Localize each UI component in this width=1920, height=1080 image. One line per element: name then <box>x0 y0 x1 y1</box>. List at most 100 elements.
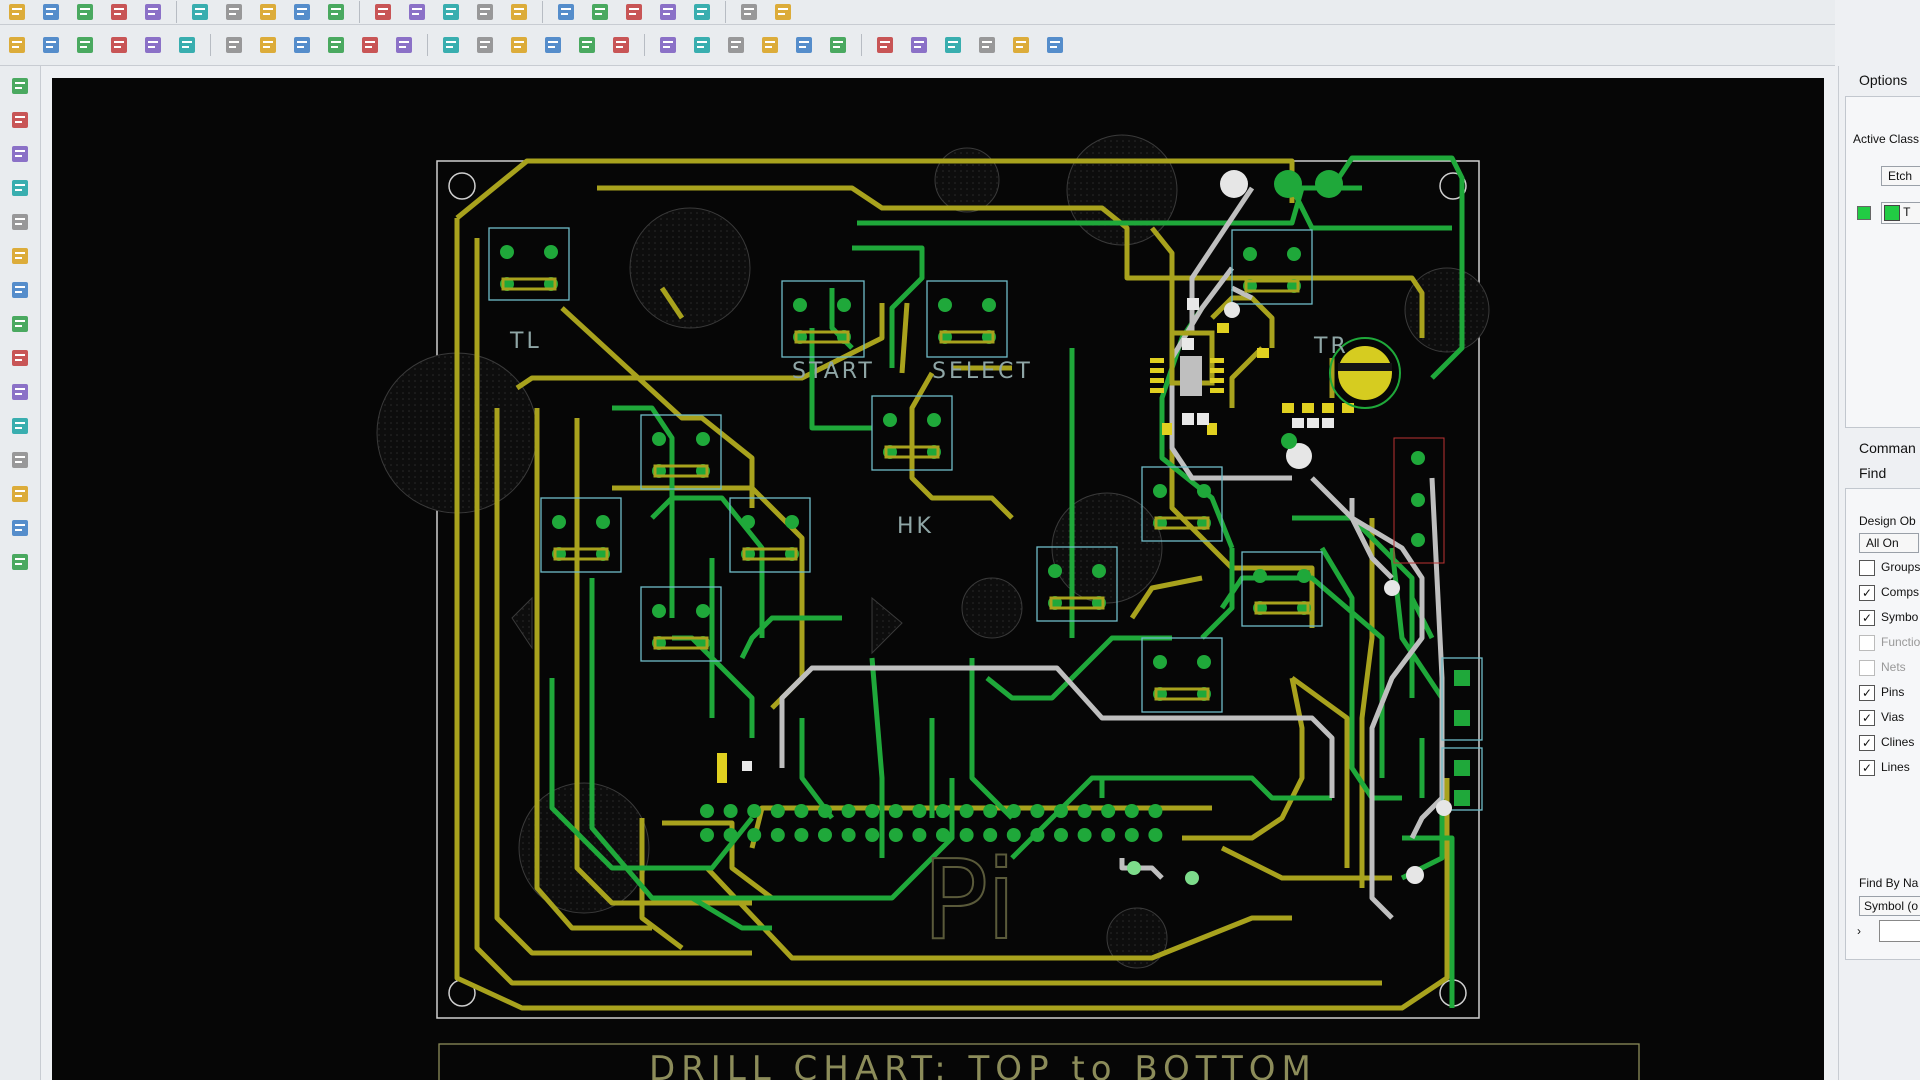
3d-view-icon[interactable] <box>506 0 532 25</box>
layer-4-icon[interactable] <box>106 32 132 58</box>
spread-icon[interactable] <box>6 276 34 304</box>
filter-label: Groups <box>1881 560 1920 574</box>
command-tab[interactable]: Comman <box>1839 434 1916 456</box>
edit-text-icon[interactable] <box>6 548 34 576</box>
matrix-icon[interactable] <box>872 32 898 58</box>
properties-icon[interactable] <box>757 32 783 58</box>
fanout-icon[interactable] <box>6 378 34 406</box>
delete-icon[interactable] <box>187 0 213 25</box>
header-pin <box>818 804 832 818</box>
filter-checkbox-pins[interactable]: ✓ <box>1859 685 1875 701</box>
redo-icon[interactable] <box>255 0 281 25</box>
package-icon[interactable] <box>940 32 966 58</box>
hierarchy-icon[interactable] <box>825 32 851 58</box>
find-by-name-input[interactable] <box>1879 920 1920 942</box>
fill-icon[interactable] <box>506 32 532 58</box>
control-panel: Options Active Class Etch T Comman Find … <box>1838 66 1920 1080</box>
circle-icon[interactable] <box>289 32 315 58</box>
filter-label: Symbo <box>1881 610 1919 624</box>
add-rect-icon[interactable] <box>6 480 34 508</box>
options-tab[interactable]: Options <box>1839 66 1907 88</box>
via-icon[interactable] <box>357 32 383 58</box>
save-icon[interactable] <box>72 0 98 25</box>
find-tab[interactable]: Find <box>1839 459 1886 481</box>
grid-icon[interactable] <box>323 0 349 25</box>
toolbar-separator <box>725 1 726 23</box>
pin-icon[interactable] <box>289 0 315 25</box>
placement-icon[interactable] <box>540 32 566 58</box>
layer-5-icon[interactable] <box>140 32 166 58</box>
header-pin <box>1030 804 1045 818</box>
layer-bottom-icon[interactable] <box>174 32 200 58</box>
open-folder-icon[interactable] <box>38 0 64 25</box>
select-icon[interactable] <box>323 32 349 58</box>
undo-icon[interactable] <box>221 0 247 25</box>
info-icon[interactable] <box>587 0 613 25</box>
add-connect-icon[interactable] <box>6 174 34 202</box>
all-on-button[interactable]: All On <box>1859 533 1919 553</box>
component-icon[interactable] <box>574 32 600 58</box>
header-pin <box>1030 828 1045 842</box>
net-icon[interactable] <box>906 32 932 58</box>
vias-icon[interactable] <box>6 344 34 372</box>
smd-pad <box>1297 569 1311 583</box>
help-icon[interactable] <box>1042 32 1068 58</box>
highlight-icon[interactable] <box>689 0 715 25</box>
place-icon[interactable] <box>6 72 34 100</box>
text-icon[interactable] <box>723 32 749 58</box>
layer-3-icon[interactable] <box>72 32 98 58</box>
filter-checkbox-groups[interactable] <box>1859 560 1875 576</box>
expand-arrow-icon[interactable]: › <box>1857 924 1861 938</box>
shape-icon[interactable] <box>391 32 417 58</box>
filter-checkbox-symbo[interactable]: ✓ <box>1859 610 1875 626</box>
color-icon[interactable] <box>655 0 681 25</box>
zoom-in-icon[interactable] <box>370 0 396 25</box>
drc-icon[interactable] <box>736 0 762 25</box>
zoom-out-icon[interactable] <box>404 0 430 25</box>
report-icon[interactable] <box>770 0 796 25</box>
components-icon[interactable] <box>6 106 34 134</box>
find-by-name-type-select[interactable]: Symbol (o <box>1859 896 1920 916</box>
refresh-icon[interactable] <box>472 0 498 25</box>
zoom-fit-icon[interactable] <box>438 0 464 25</box>
bom-icon[interactable] <box>791 32 817 58</box>
window-icon[interactable] <box>1008 32 1034 58</box>
subclass-color-swatch[interactable] <box>1857 206 1871 220</box>
move-icon[interactable] <box>106 0 132 25</box>
new-file-icon[interactable] <box>4 0 30 25</box>
slide-icon[interactable] <box>6 208 34 236</box>
octagon-icon[interactable] <box>472 32 498 58</box>
route-icon[interactable] <box>221 32 247 58</box>
filter-checkbox-vias[interactable]: ✓ <box>1859 710 1875 726</box>
filter-checkbox-clines[interactable]: ✓ <box>1859 735 1875 751</box>
active-class-select[interactable]: Etch <box>1881 166 1920 186</box>
filter-checkbox-lines[interactable]: ✓ <box>1859 760 1875 776</box>
copy-icon[interactable] <box>140 0 166 25</box>
delay-tune-icon[interactable] <box>6 242 34 270</box>
rectangle-icon[interactable] <box>255 32 281 58</box>
drill-icon[interactable] <box>689 32 715 58</box>
header-pin <box>1124 804 1139 818</box>
add-text-icon[interactable] <box>6 514 34 542</box>
check-icon[interactable] <box>974 32 1000 58</box>
board-drawing: TL START SELECT HK TR Pi DRILL CHART: TO… <box>376 134 1640 1080</box>
subclass-select[interactable]: T <box>1881 202 1920 224</box>
layer-top-icon[interactable] <box>4 32 30 58</box>
custom-smooth-icon[interactable] <box>6 310 34 338</box>
smd-pad <box>938 298 952 312</box>
dimension-icon[interactable] <box>608 32 634 58</box>
filter-checkbox-comps[interactable]: ✓ <box>1859 585 1875 601</box>
smd-pad <box>1287 247 1301 261</box>
header-pin <box>1077 828 1092 842</box>
layer-2-icon[interactable] <box>38 32 64 58</box>
pads-icon[interactable] <box>6 140 34 168</box>
square-icon[interactable] <box>438 32 464 58</box>
measure-icon[interactable] <box>621 0 647 25</box>
add-line-icon[interactable] <box>6 446 34 474</box>
header-pin <box>747 804 762 818</box>
connector-pad <box>1454 760 1470 776</box>
pcb-canvas[interactable]: TL START SELECT HK TR Pi DRILL CHART: TO… <box>52 78 1824 1080</box>
route-auto-icon[interactable] <box>6 412 34 440</box>
ruler-icon[interactable] <box>655 32 681 58</box>
layers-icon[interactable] <box>553 0 579 25</box>
